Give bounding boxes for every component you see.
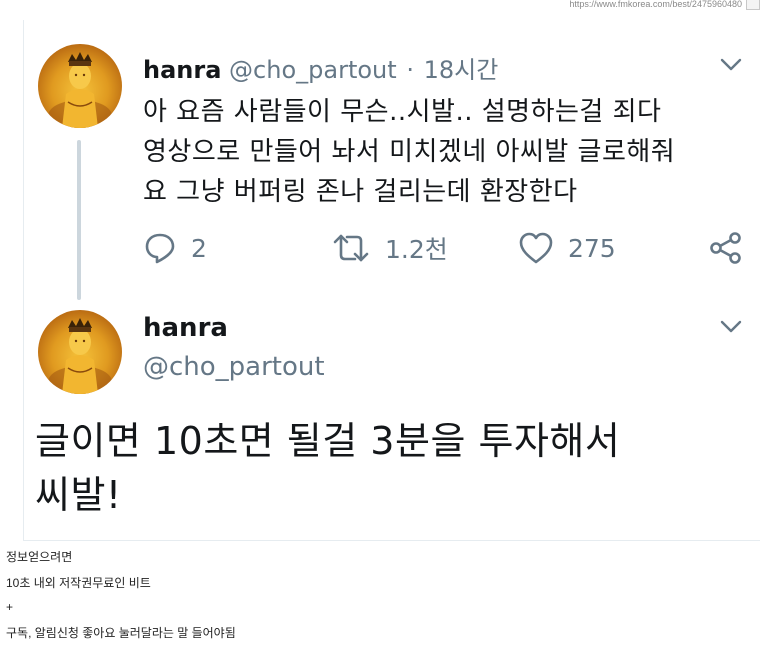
tweet1-actions: 2 1.2천 275: [143, 226, 753, 270]
tweet-text-line: 글이면 10초면 될걸 3분을 투자해서: [35, 419, 621, 463]
retweet-count: 1.2천: [385, 235, 448, 264]
like-count: 275: [568, 233, 616, 263]
tweet1-body: 아 요즘 사람들이 무슨..시발.. 설명하는걸 죄다 영상으로 만들어 놔서 …: [143, 92, 743, 212]
reply-count: 2: [191, 233, 207, 263]
retweet-icon: [333, 234, 369, 262]
share-icon: [710, 232, 741, 264]
avatar[interactable]: [38, 310, 122, 394]
avatar-image-icon: [48, 318, 112, 394]
display-name[interactable]: hanra: [143, 313, 228, 343]
like-icon: [519, 232, 553, 264]
tweet1-header: hanra @cho_partout · 18시간: [143, 50, 498, 85]
share-button[interactable]: [708, 226, 758, 270]
reply-icon: [145, 233, 175, 264]
user-handle[interactable]: @cho_partout: [229, 56, 397, 84]
caption-line: 정보얻으려면: [6, 550, 73, 564]
chevron-down-icon[interactable]: [720, 58, 742, 72]
card-border-bottom: [23, 540, 760, 541]
user-handle[interactable]: @cho_partout: [143, 352, 325, 382]
url-text: https://www.fmkorea.com/best/2475960480: [569, 0, 742, 9]
like-button[interactable]: 275: [518, 226, 616, 270]
reply-button[interactable]: 2: [143, 226, 207, 270]
caption-line: 10초 내외 저작권무료인 비트: [6, 576, 151, 590]
tweet2-body: 글이면 10초면 될걸 3분을 투자해서 씨발!: [35, 414, 735, 522]
browser-scroll-edge[interactable]: [746, 0, 760, 10]
thread-connector-line: [77, 140, 81, 300]
tweet-text-line: 씨발!: [35, 473, 122, 517]
display-name[interactable]: hanra: [143, 56, 221, 84]
retweet-button[interactable]: 1.2천: [331, 226, 448, 270]
avatar-image-icon: [48, 52, 112, 128]
tweet-text-line: 요 그냥 버퍼링 존나 걸리는데 환장한다: [143, 177, 578, 207]
card-border: [23, 20, 24, 540]
tweet-text-line: 아 요즘 사람들이 무슨..시발.. 설명하는걸 죄다: [143, 97, 662, 127]
separator-dot: ·: [406, 56, 414, 84]
chevron-down-icon[interactable]: [720, 320, 742, 334]
tweet-text-line: 영상으로 만들어 놔서 미치겠네 아씨발 글로해줘: [143, 137, 676, 167]
browser-url-bar: https://www.fmkorea.com/best/2475960480: [0, 0, 760, 9]
tweet-timestamp[interactable]: 18시간: [424, 56, 499, 84]
avatar[interactable]: [38, 44, 122, 128]
caption-line: 구독, 알림신청 좋아요 눌러달라는 말 들어야됨: [6, 626, 236, 640]
caption-line: +: [6, 600, 14, 614]
